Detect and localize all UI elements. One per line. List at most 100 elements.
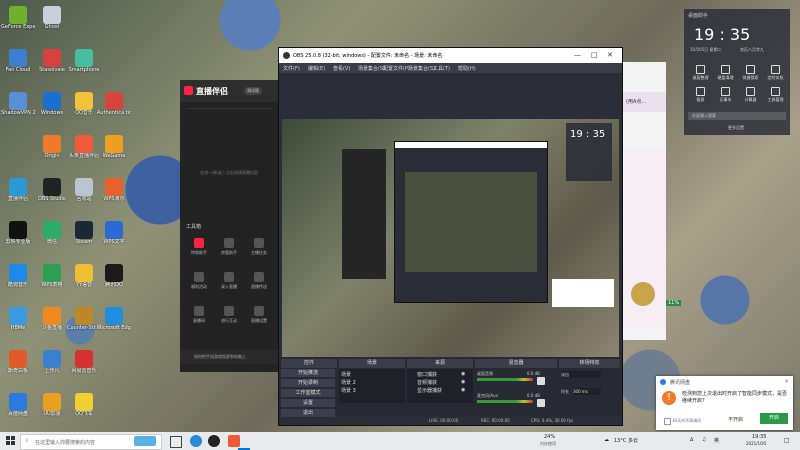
desktop-icon[interactable]: Origin xyxy=(35,135,69,159)
desktop-icon[interactable]: Windows xyxy=(35,92,69,116)
desktop-icon[interactable]: 腾讯QQ xyxy=(97,264,131,288)
desktop-icon[interactable]: YY语音 xyxy=(67,264,101,288)
desktop-icon[interactable]: WPS文字 xyxy=(97,221,131,245)
live-companion-window[interactable]: 直播伴侣 测试版 在线一键(或 ) 点击选择直播内容 工具箱 特效助手 房管助手 主… xyxy=(180,80,278,372)
desktop-icon[interactable]: 回收站 xyxy=(67,178,101,202)
desktop-icon[interactable]: UU加速 xyxy=(35,393,69,417)
desktop-icon[interactable]: WPS表格 xyxy=(35,264,69,288)
menu-item[interactable]: 查看(V) xyxy=(333,65,350,72)
scene-item[interactable]: 场景 3 xyxy=(341,387,356,394)
menu-item[interactable]: 配置文件(P) xyxy=(383,65,410,72)
menu-item[interactable]: 编辑(E) xyxy=(308,65,325,72)
clock-shortcut[interactable]: 截屏 xyxy=(688,87,713,103)
transition-select[interactable]: 淡出 xyxy=(561,371,601,378)
desktop-icon[interactable]: 酷狗音乐 xyxy=(1,264,35,288)
clock-shortcut[interactable]: 计算器 xyxy=(738,87,763,103)
desktop-icon[interactable]: 直播伴侣 xyxy=(1,178,35,202)
desktop-icon[interactable]: Stasolvale xyxy=(35,49,69,73)
eye-icon[interactable]: ◉ xyxy=(461,379,465,385)
control-button[interactable]: 设置 xyxy=(281,399,335,407)
desktop-icon[interactable]: 百度网盘 xyxy=(1,393,35,417)
maximize-icon[interactable]: □ xyxy=(591,51,598,59)
popup-checkbox[interactable] xyxy=(664,418,671,425)
live-tool[interactable]: 直播间 xyxy=(186,306,212,324)
obs-window[interactable]: OBS 25.0.8 (32-bit, windows) - 配置文件: 未命名… xyxy=(278,47,623,426)
scene-item[interactable]: 场景 2 xyxy=(341,379,356,386)
live-tool[interactable]: 福利活动 xyxy=(186,272,212,290)
desktop-icon[interactable]: Ghost xyxy=(35,6,69,30)
side-panel[interactable]: (用A点... 11% xyxy=(623,62,682,340)
sync-popup[interactable]: 腾讯网盘 × ! 检测到您上次退出时开启了智能同步模式，是否继续开启？ 30天内… xyxy=(656,376,793,430)
menu-item[interactable]: 帮助(H) xyxy=(458,65,476,72)
live-tool[interactable]: 房管助手 xyxy=(216,238,242,256)
source-item[interactable]: 窗口捕获 xyxy=(417,371,437,378)
live-tool[interactable]: 特效助手 xyxy=(186,238,212,256)
clock-shortcut[interactable]: 定时关机 xyxy=(763,65,788,81)
control-button[interactable]: 开始推流 xyxy=(281,369,335,377)
menu-item[interactable]: 工具(T) xyxy=(433,65,450,72)
desktop-icon[interactable]: Authentica tion xyxy=(97,92,131,116)
desktop-icon[interactable]: WeGame xyxy=(97,135,131,159)
clock-more[interactable]: 更多设置 xyxy=(728,125,744,131)
popup-cancel-button[interactable]: 不开启 xyxy=(728,416,743,423)
live-tool[interactable]: 直播传送 xyxy=(246,272,272,290)
obs-titlebar[interactable]: OBS 25.0.8 (32-bit, windows) - 配置文件: 未命名… xyxy=(279,48,622,63)
live-tool[interactable]: 录入直播 xyxy=(216,272,242,290)
desktop-icon[interactable]: QQ音乐 xyxy=(67,92,101,116)
desktop-icon[interactable]: 头条直播伴侣 xyxy=(67,135,101,159)
close-icon[interactable]: ✕ xyxy=(607,51,613,59)
network-icon[interactable]: ∆ xyxy=(690,437,693,443)
control-button[interactable]: 工作室模式 xyxy=(281,389,335,397)
duration-input[interactable]: 300 ms xyxy=(573,388,601,395)
clock-shortcut[interactable]: 桌面整理 xyxy=(688,65,713,81)
desktop-icon[interactable]: WPS演示 xyxy=(97,178,131,202)
desktop-icon[interactable]: 斯奇白板 xyxy=(1,350,35,374)
control-button[interactable]: 开始录制 xyxy=(281,379,335,387)
clock-shortcut[interactable]: 记事本 xyxy=(713,87,738,103)
windows-start-icon[interactable] xyxy=(6,436,15,445)
clock-search-input[interactable]: 在此键入搜索 xyxy=(688,112,786,120)
source-item[interactable]: 音频捕获 xyxy=(417,379,437,386)
desktop-icon[interactable]: 斗鱼直播 xyxy=(35,307,69,331)
desktop-icon[interactable]: Steam xyxy=(67,221,101,245)
close-icon[interactable]: × xyxy=(784,378,789,385)
clock-shortcut[interactable]: 快捷搜索 xyxy=(738,65,763,81)
menu-item[interactable]: 场景集合(S) xyxy=(358,65,385,72)
desktop-icon[interactable]: 网易云音乐 xyxy=(67,350,101,374)
task-view-icon[interactable] xyxy=(170,436,182,448)
menu-item[interactable]: 场景集合(S) xyxy=(408,65,435,72)
menu-item[interactable]: 文件(F) xyxy=(283,65,300,72)
scene-item[interactable]: 场景 xyxy=(341,371,351,378)
desktop-icon[interactable]: ShadowVPN 2020 xyxy=(1,92,35,116)
clock-shortcut[interactable]: 工具管理 xyxy=(763,87,788,103)
live-notice-bar[interactable]: 如何把手机游戏投屏到电脑上 xyxy=(180,350,278,364)
notification-icon[interactable]: □ xyxy=(784,437,790,444)
source-item[interactable]: 显示器捕获 xyxy=(417,387,442,394)
obs-taskbar-icon[interactable] xyxy=(208,435,220,447)
desktop-assistant-widget[interactable]: 桌面助手 19 : 35 10月05日 星期二 农历八月廿九 桌面整理 硬盘清理 快… xyxy=(684,9,790,135)
desktop-icon[interactable]: OBS Studio xyxy=(35,178,69,202)
clock-shortcut[interactable]: 硬盘清理 xyxy=(713,65,738,81)
desktop-icon[interactable]: QQ飞车 xyxy=(67,393,101,417)
obs-preview[interactable]: 19 : 35 xyxy=(282,119,619,357)
desktop-icon[interactable]: Counter-Str Global Off xyxy=(67,307,101,331)
desktop-icon[interactable]: Fan Cloud xyxy=(1,49,35,73)
desktop-icon[interactable]: HBMe xyxy=(1,307,35,331)
speaker-icon[interactable] xyxy=(537,377,545,385)
desktop-icon[interactable]: GeForce Experience xyxy=(1,6,35,30)
live-tool[interactable]: 直播设置 xyxy=(246,306,272,324)
live-taskbar-icon[interactable] xyxy=(228,435,240,447)
minimize-icon[interactable]: — xyxy=(574,51,581,59)
desktop-icon[interactable]: 剪映专业版 xyxy=(1,221,35,245)
control-button[interactable]: 退出 xyxy=(281,409,335,417)
desktop-icon[interactable]: 上传凡 xyxy=(35,350,69,374)
desktop-icon[interactable]: Smartphone xyxy=(67,49,101,73)
popup-confirm-button[interactable]: 开启 xyxy=(760,413,788,424)
eye-icon[interactable]: ◉ xyxy=(461,387,465,393)
desktop-icon[interactable]: Microsoft Edge xyxy=(97,307,131,331)
edge-taskbar-icon[interactable] xyxy=(190,435,202,447)
ime-indicator[interactable]: 英 xyxy=(714,437,719,444)
desktop-icon[interactable]: 微信 xyxy=(35,221,69,245)
live-tool[interactable]: 进行互动 xyxy=(216,306,242,324)
mic-icon[interactable] xyxy=(537,399,545,407)
